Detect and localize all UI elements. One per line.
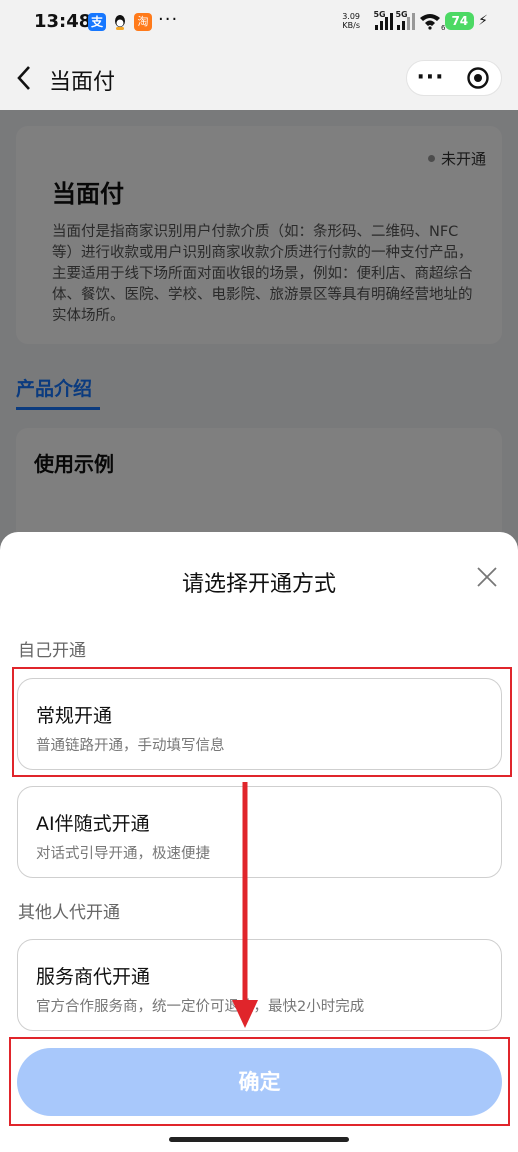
net-speed-value: 3.09 [342, 12, 360, 21]
group-label-self: 自己开通 [18, 641, 86, 661]
net-speed-unit: KB/s [342, 21, 360, 30]
option-service-provider[interactable]: 服务商代开通 官方合作服务商，统一定价可退款，最快2小时完成 [17, 939, 502, 1031]
wifi-icon: 6 [419, 12, 445, 32]
group-label-others: 其他人代开通 [18, 903, 120, 923]
status-time: 13:48 [34, 11, 92, 32]
more-notifications-icon: ··· [158, 9, 179, 30]
close-miniprogram-icon[interactable] [454, 66, 501, 90]
page-title: 当面付 [49, 70, 116, 95]
status-bar: 13:48 支 淘 ··· 3.09 KB/s 5G 5G 6 74 ⚡ [0, 0, 518, 46]
signal-icon: 5G [395, 10, 416, 30]
option-desc: 官方合作服务商，统一定价可退款，最快2小时完成 [36, 999, 365, 1015]
option-ai-guided[interactable]: AI伴随式开通 对话式引导开通，极速便捷 [17, 786, 502, 878]
sheet-title: 请选择开通方式 [181, 572, 336, 597]
qq-icon [111, 13, 129, 31]
status-right: 5G 5G 6 74 ⚡ [373, 10, 488, 32]
back-icon[interactable] [14, 64, 36, 92]
option-title: 服务商代开通 [36, 966, 151, 988]
battery-icon: 74 [445, 12, 475, 30]
close-icon[interactable] [476, 566, 498, 588]
network-speed: 3.09 KB/s [338, 12, 360, 30]
charging-icon: ⚡ [478, 13, 488, 29]
option-desc: 对话式引导开通，极速便捷 [36, 846, 210, 862]
signal-label: 5G [395, 10, 408, 19]
annotation-box-regular [12, 667, 512, 777]
signal-label: 5G [373, 10, 386, 19]
mini-program-capsule: ··· [406, 60, 502, 96]
nav-bar: 当面付 ··· [0, 46, 518, 110]
home-indicator [169, 1137, 349, 1142]
alipay-icon: 支 [88, 13, 106, 31]
signal-icon: 5G [373, 10, 394, 30]
more-icon[interactable]: ··· [407, 67, 454, 89]
wifi-label: 6 [440, 24, 446, 32]
taobao-icon: 淘 [134, 13, 152, 31]
annotation-box-confirm [9, 1037, 510, 1126]
option-title: AI伴随式开通 [36, 813, 150, 835]
